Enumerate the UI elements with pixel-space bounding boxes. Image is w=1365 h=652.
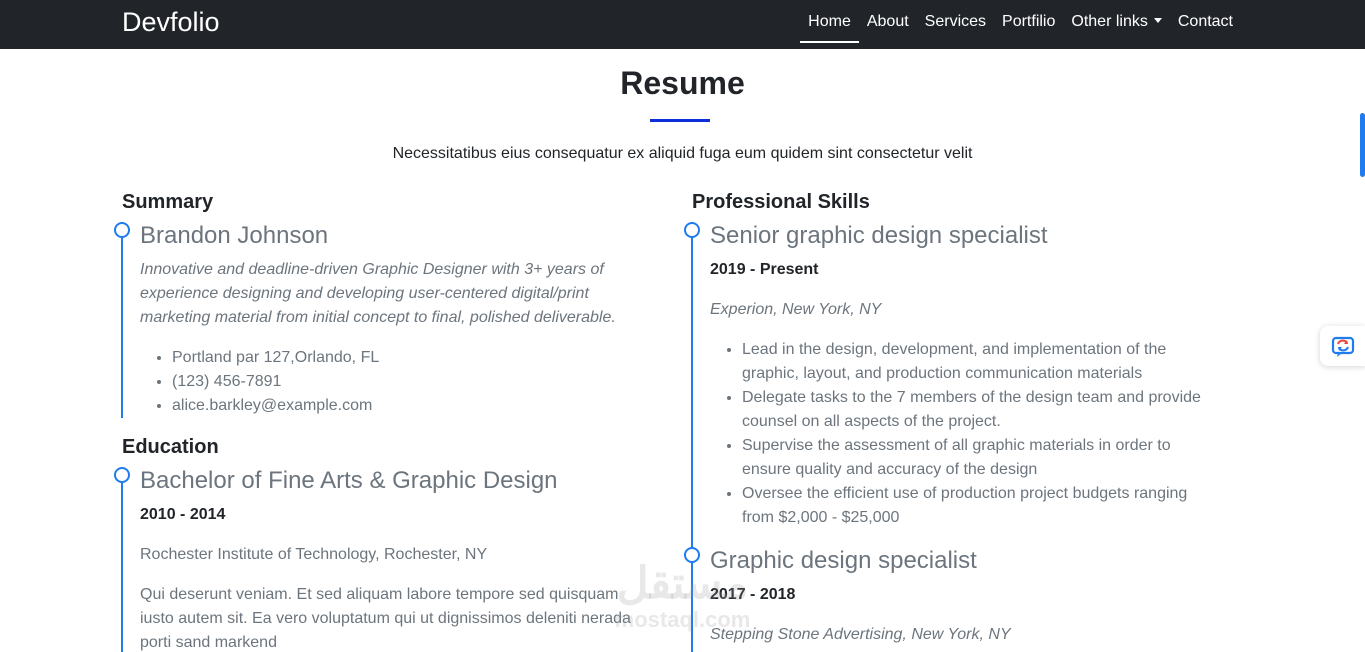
job1-duty: Delegate tasks to the 7 members of the d… bbox=[742, 386, 1210, 434]
job1-duties: Lead in the design, development, and imp… bbox=[710, 338, 1210, 530]
job1-company: Experion, New York, NY bbox=[710, 301, 882, 318]
job2-title: Graphic design specialist bbox=[710, 547, 977, 574]
education-timeline-line bbox=[121, 475, 123, 652]
job1-duty: Supervise the assessment of all graphic … bbox=[742, 434, 1210, 482]
section-title: Resume bbox=[620, 65, 745, 101]
chat-refresh-icon bbox=[1331, 336, 1354, 357]
summary-description: Innovative and deadline-driven Graphic D… bbox=[140, 261, 616, 326]
contact-phone: (123) 456-7891 bbox=[172, 370, 640, 394]
summary-heading: Summary bbox=[122, 191, 214, 213]
skills-timeline-line bbox=[691, 230, 693, 652]
nav-contact[interactable]: Contact bbox=[1170, 0, 1241, 43]
contact-list: Portland par 127,Orlando, FL (123) 456-7… bbox=[140, 346, 640, 418]
job1-timeline-dot bbox=[684, 222, 700, 238]
nav-menu: Home About Services Portfilio Other link… bbox=[800, 0, 1241, 49]
job1-duty: Lead in the design, development, and imp… bbox=[742, 338, 1210, 386]
summary-timeline-line bbox=[121, 230, 123, 418]
nav-home-label: Home bbox=[808, 13, 851, 30]
contact-address: Portland par 127,Orlando, FL bbox=[172, 346, 640, 370]
brand-logo[interactable]: Devfolio bbox=[122, 6, 220, 38]
education-description: Qui deserunt veniam. Et sed aliquam labo… bbox=[140, 586, 631, 651]
education-heading: Education bbox=[122, 436, 219, 458]
title-underline bbox=[650, 119, 710, 122]
skills-heading: Professional Skills bbox=[692, 191, 870, 213]
nav-other-links-label: Other links bbox=[1071, 13, 1148, 30]
nav-home[interactable]: Home bbox=[800, 0, 859, 43]
nav-about[interactable]: About bbox=[859, 0, 917, 43]
nav-portfolio[interactable]: Portfilio bbox=[994, 0, 1063, 43]
nav-services-label: Services bbox=[924, 13, 987, 30]
contact-email: alice.barkley@example.com bbox=[172, 394, 640, 418]
education-years: 2010 - 2014 bbox=[140, 506, 226, 523]
job2-company: Stepping Stone Advertising, New York, NY bbox=[710, 626, 1011, 643]
summary-name: Brandon Johnson bbox=[140, 222, 329, 249]
navbar: Devfolio Home About Services Portfilio O… bbox=[0, 0, 1365, 49]
job2-timeline-dot bbox=[684, 547, 700, 563]
nav-contact-label: Contact bbox=[1177, 13, 1233, 30]
nav-other-links-dropdown[interactable]: Other links bbox=[1063, 0, 1169, 43]
nav-about-label: About bbox=[866, 13, 909, 30]
job1-title: Senior graphic design specialist bbox=[710, 222, 1048, 249]
scrollbar-thumb[interactable] bbox=[1360, 113, 1365, 177]
job2-years: 2017 - 2018 bbox=[710, 586, 796, 603]
education-school: Rochester Institute of Technology, Roche… bbox=[140, 546, 488, 563]
caret-down-icon bbox=[1153, 18, 1162, 23]
nav-portfolio-label: Portfilio bbox=[1002, 13, 1056, 30]
section-subtitle: Necessitatibus eius consequatur ex aliqu… bbox=[392, 145, 973, 162]
education-timeline-dot bbox=[114, 467, 130, 483]
chat-widget-button[interactable] bbox=[1320, 326, 1365, 366]
job1-duty: Oversee the efficient use of production … bbox=[742, 482, 1210, 530]
job1-years: 2019 - Present bbox=[710, 261, 819, 278]
education-degree: Bachelor of Fine Arts & Graphic Design bbox=[140, 467, 558, 494]
nav-services[interactable]: Services bbox=[917, 0, 994, 43]
summary-timeline-dot bbox=[114, 222, 130, 238]
